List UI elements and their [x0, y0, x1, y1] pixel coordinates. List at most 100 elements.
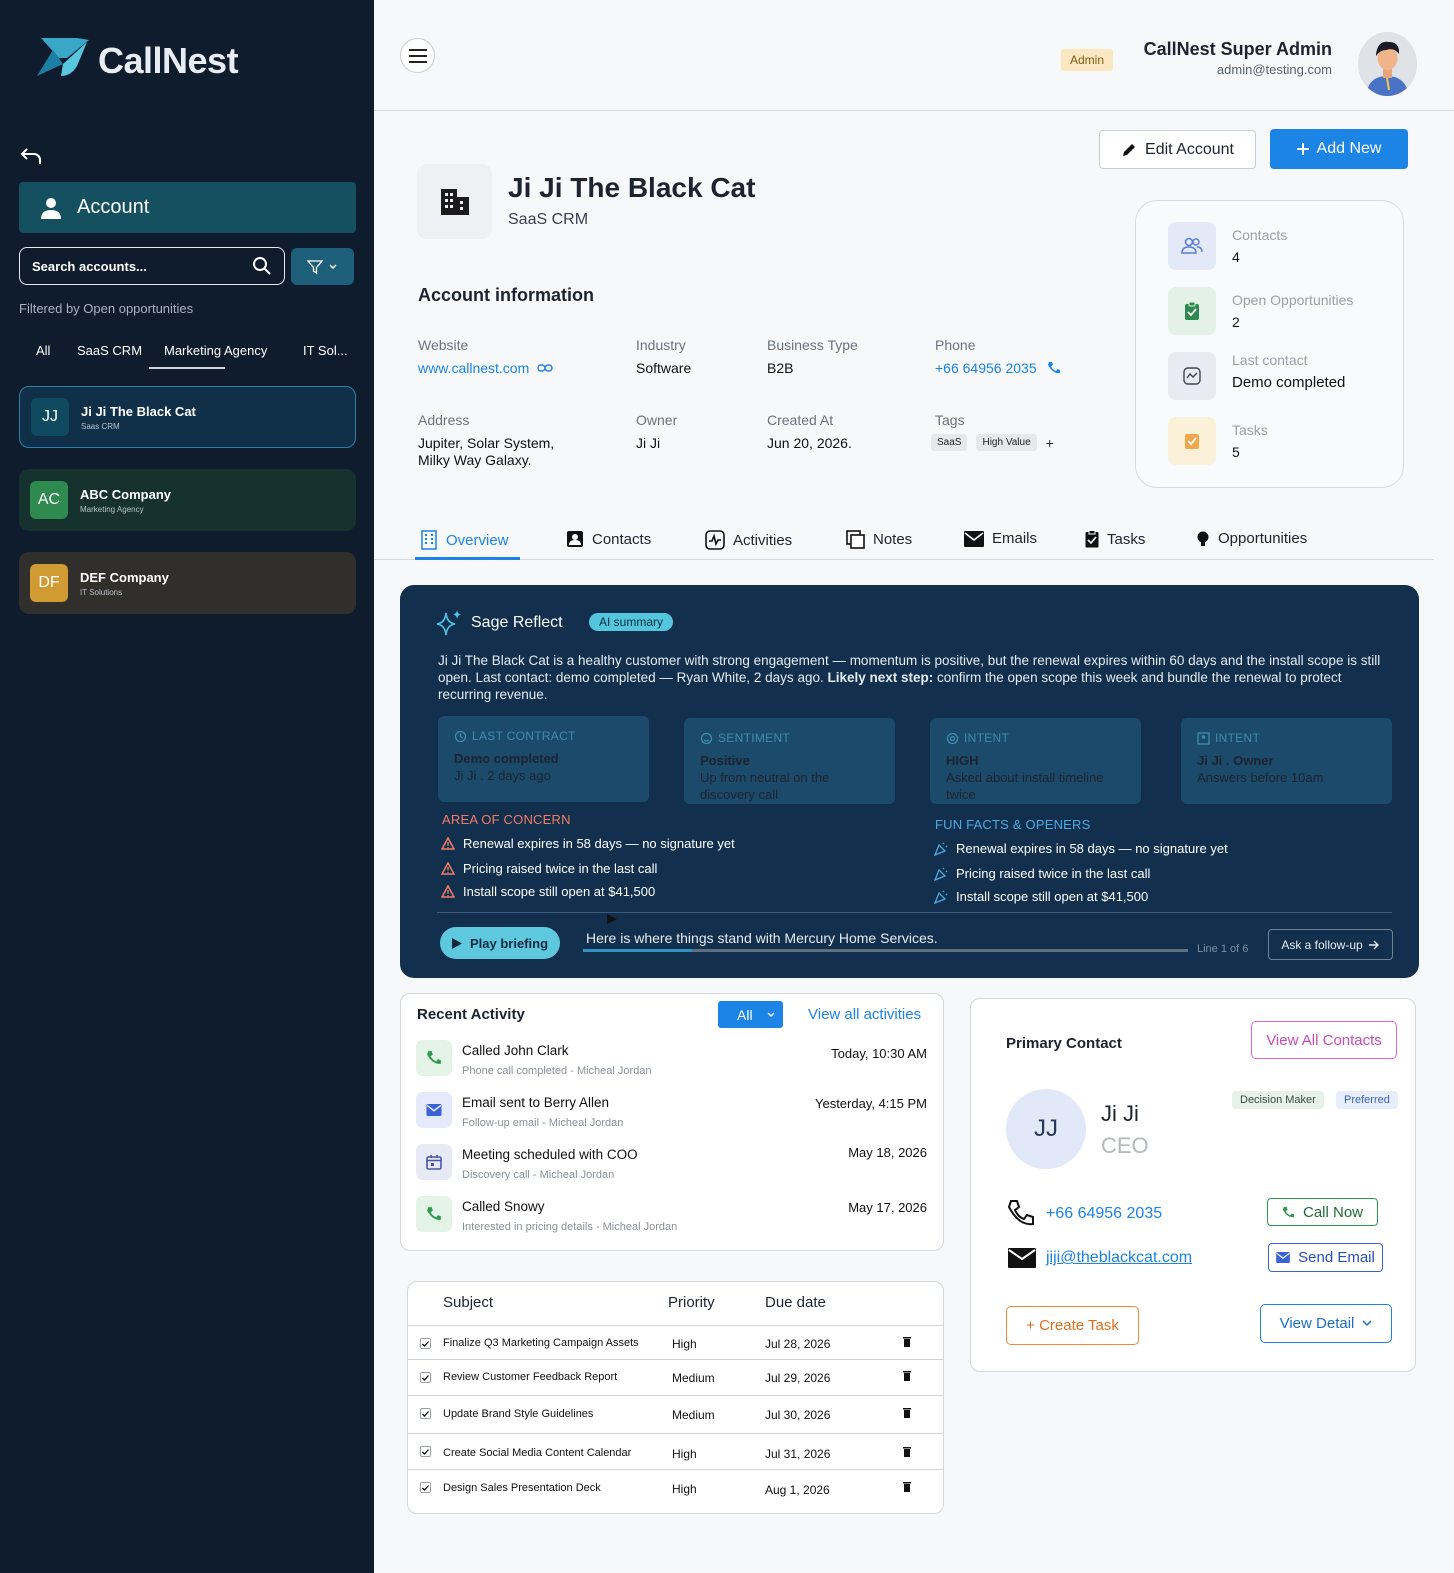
view-all-activities-link[interactable]: View all activities: [808, 1006, 921, 1023]
contact-email[interactable]: jiji@theblackcat.com: [1046, 1249, 1192, 1267]
add-tag-button[interactable]: +: [1046, 435, 1054, 451]
contact-phone[interactable]: +66 64956 2035: [1046, 1205, 1162, 1223]
tab-overview[interactable]: Overview: [420, 530, 509, 550]
tab-activities[interactable]: Activities: [705, 530, 792, 550]
mail-icon: [1276, 1252, 1291, 1263]
segment-marketing-agency[interactable]: Marketing Agency: [164, 343, 267, 358]
tab-emails[interactable]: Emails: [964, 530, 1037, 547]
account-card[interactable]: AC ABC Company Marketing Agency: [19, 469, 356, 531]
checkbox[interactable]: [420, 1408, 431, 1419]
concern-heading: AREA OF CONCERN: [442, 812, 571, 827]
tab-label: Opportunities: [1218, 530, 1308, 547]
checkbox[interactable]: [420, 1446, 431, 1457]
stat-label: Contacts: [1232, 227, 1288, 243]
table-row[interactable]: Update Brand Style Guidelines Medium Jul…: [408, 1395, 943, 1433]
insight-tile: SENTIMENT Positive Up from neutral on th…: [684, 718, 895, 804]
trash-icon[interactable]: [902, 1407, 912, 1418]
account-card[interactable]: JJ Ji Ji The Black Cat Saas CRM: [19, 386, 356, 448]
tab-tasks[interactable]: Tasks: [1085, 530, 1145, 548]
activity-filter-select[interactable]: All: [718, 1001, 783, 1028]
checkbox[interactable]: [420, 1372, 431, 1383]
segment-it-solutions[interactable]: IT Sol...: [303, 343, 348, 358]
play-briefing-button[interactable]: Play briefing: [440, 927, 560, 959]
activity-sub: Discovery call - Micheal Jordan: [462, 1169, 615, 1181]
account-nav-button[interactable]: Account: [19, 182, 356, 233]
phone-icon: [416, 1040, 452, 1076]
person-card-icon: [1197, 732, 1210, 745]
notes-icon: [846, 530, 865, 549]
search-input[interactable]: Search accounts...: [19, 247, 285, 285]
table-row[interactable]: Finalize Q3 Marketing Campaign Assets Hi…: [408, 1325, 943, 1359]
filter-button[interactable]: [291, 248, 354, 285]
back-icon[interactable]: [20, 146, 42, 166]
account-sub: Saas CRM: [81, 421, 120, 431]
checkbox[interactable]: [420, 1482, 431, 1493]
stat-value: 4: [1232, 249, 1240, 265]
table-row[interactable]: Review Customer Feedback Report Medium J…: [408, 1359, 943, 1395]
activity-title: Meeting scheduled with COO: [462, 1147, 638, 1162]
stat-value: Demo completed: [1232, 374, 1346, 391]
phone-link[interactable]: +66 64956 2035: [935, 360, 1061, 376]
ask-follow-up-button[interactable]: Ask a follow-up: [1268, 929, 1393, 960]
menu-button[interactable]: [400, 38, 435, 73]
website-label: Website: [418, 337, 469, 353]
tab-contacts[interactable]: Contacts: [566, 530, 651, 548]
decision-maker-badge: Decision Maker: [1232, 1091, 1324, 1109]
activity-date: May 17, 2026: [848, 1200, 927, 1215]
task-due: Jul 28, 2026: [765, 1337, 831, 1351]
edit-account-button[interactable]: Edit Account: [1099, 130, 1256, 169]
trash-icon[interactable]: [902, 1481, 912, 1492]
send-email-button[interactable]: Send Email: [1268, 1243, 1383, 1272]
user-icon: [39, 196, 63, 220]
segment-saas-crm[interactable]: SaaS CRM: [77, 343, 142, 358]
checkbox[interactable]: [420, 1338, 431, 1349]
tab-opportunities[interactable]: Opportunities: [1196, 530, 1307, 547]
avatar: JJ: [31, 398, 69, 436]
insight-tile: INTENT HIGH Asked about install timeline…: [930, 718, 1141, 804]
phone-icon: [416, 1196, 452, 1232]
view-detail-label: View Detail: [1279, 1315, 1355, 1332]
recent-activity-title: Recent Activity: [417, 1006, 525, 1023]
warning-icon: [441, 837, 455, 850]
trash-icon[interactable]: [902, 1336, 912, 1347]
activity-sub: Phone call completed - Micheal Jordan: [462, 1065, 652, 1077]
account-sub: IT Solutions: [80, 587, 123, 597]
task-subject: Review Customer Feedback Report: [443, 1371, 618, 1383]
view-all-contacts-button[interactable]: View All Contacts: [1251, 1021, 1397, 1059]
call-now-button[interactable]: Call Now: [1267, 1198, 1378, 1226]
phone-value: +66 64956 2035: [935, 360, 1037, 376]
trash-icon[interactable]: [902, 1370, 912, 1381]
view-detail-button[interactable]: View Detail: [1260, 1304, 1392, 1343]
tile-heading: LAST CONTRACT: [472, 729, 576, 743]
task-due: Jul 31, 2026: [765, 1447, 831, 1461]
arrow-right-icon: [1368, 940, 1380, 950]
business-type-label: Business Type: [767, 337, 858, 353]
chevron-down-icon: [1362, 1320, 1372, 1327]
activity-sub: Interested in pricing details - Micheal …: [462, 1221, 678, 1233]
section-title: Account information: [418, 285, 594, 305]
website-link[interactable]: www.callnest.com: [418, 360, 553, 376]
tab-notes[interactable]: Notes: [846, 530, 912, 549]
edit-account-label: Edit Account: [1145, 140, 1234, 158]
segment-all[interactable]: All: [36, 343, 50, 358]
trash-icon[interactable]: [902, 1446, 912, 1457]
owner-label: Owner: [636, 412, 678, 428]
fun-fact-text: Install scope still open at $41,500: [956, 889, 1149, 904]
briefing-progress[interactable]: [583, 949, 1188, 952]
task-subject: Create Social Media Content Calendar: [443, 1447, 632, 1459]
concern-item: Renewal expires in 58 days — no signatur…: [441, 836, 735, 851]
activity-icon: [705, 530, 725, 550]
task-priority: High: [672, 1482, 697, 1496]
table-row[interactable]: Create Social Media Content Calendar Hig…: [408, 1433, 943, 1469]
create-task-button[interactable]: + Create Task: [1006, 1306, 1139, 1345]
user-avatar[interactable]: [1358, 32, 1417, 96]
tile-detail: Up from neutral on the discovery call: [700, 770, 830, 802]
add-new-button[interactable]: Add New: [1270, 129, 1408, 169]
tile-value: Demo completed: [454, 751, 559, 766]
chevron-down-icon: [767, 1012, 775, 1018]
search-placeholder: Search accounts...: [32, 258, 147, 274]
fun-fact-item: Renewal expires in 58 days — no signatur…: [934, 841, 1228, 856]
table-row[interactable]: Design Sales Presentation Deck High Aug …: [408, 1469, 943, 1513]
sparkle-icon: [435, 609, 463, 637]
account-card[interactable]: DF DEF Company IT Solutions: [19, 552, 356, 614]
